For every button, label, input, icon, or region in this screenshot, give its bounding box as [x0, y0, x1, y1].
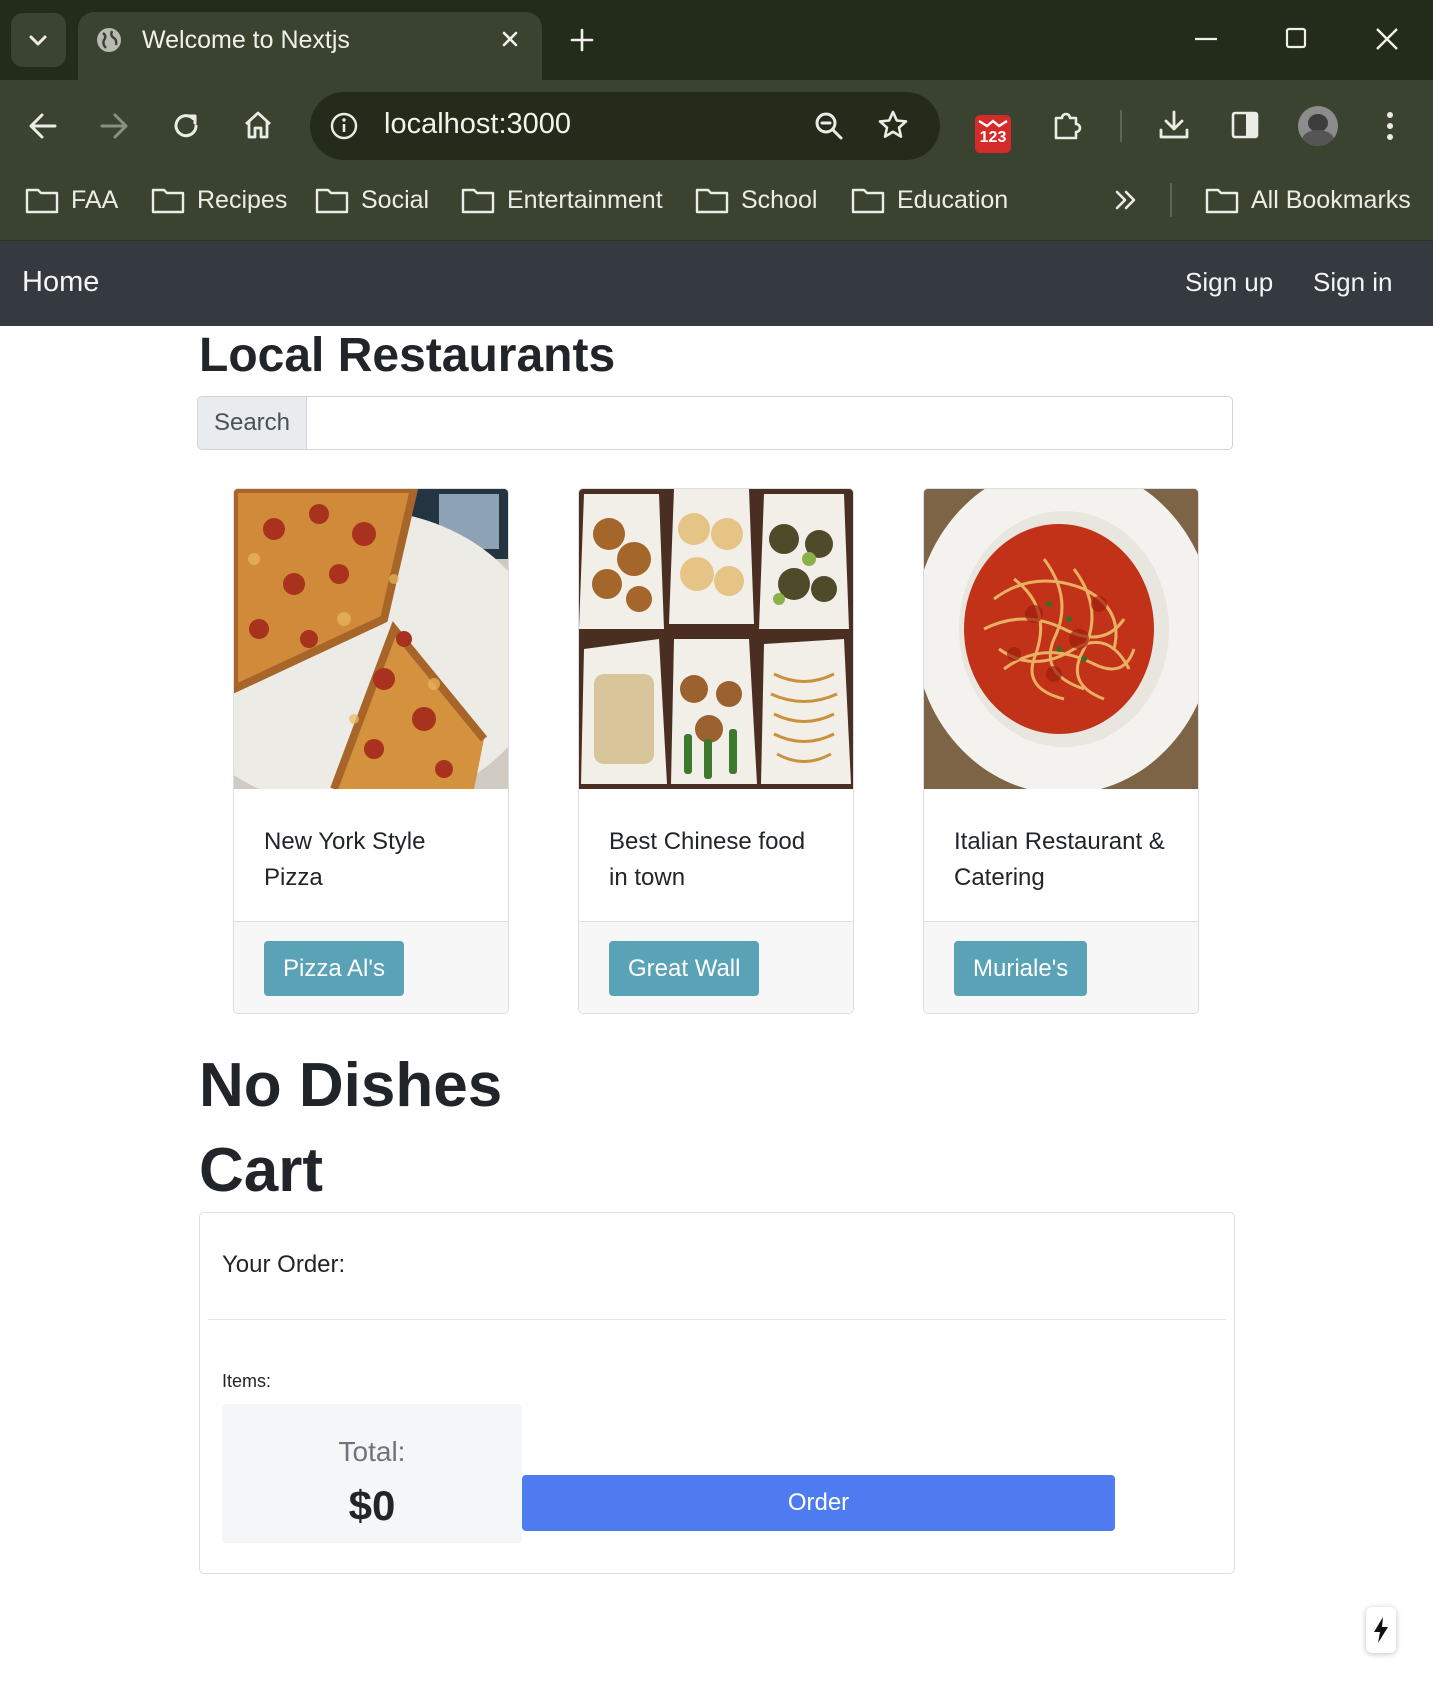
- folder-icon: [695, 188, 729, 214]
- more-menu-icon[interactable]: [1381, 110, 1399, 142]
- restaurant-button-pizza-als[interactable]: Pizza Al's: [264, 941, 404, 996]
- profile-avatar[interactable]: [1298, 106, 1338, 146]
- restaurant-card: Italian Restaurant & Catering Muriale's: [923, 488, 1199, 1014]
- bookmark-label: Social: [361, 185, 430, 214]
- extension-badge: 123: [979, 129, 1007, 146]
- nav-home-link[interactable]: Home: [22, 266, 99, 299]
- restaurant-description: Italian Restaurant & Catering: [954, 828, 1165, 891]
- search-label: Search: [198, 397, 307, 449]
- side-panel-icon[interactable]: [1230, 110, 1260, 140]
- folder-icon: [151, 188, 185, 214]
- restaurant-description: Best Chinese food in town: [609, 828, 806, 891]
- bookmark-label: Entertainment: [507, 185, 663, 214]
- lightning-icon: [1374, 1617, 1388, 1643]
- download-icon[interactable]: [1157, 108, 1191, 142]
- chinese-food-image: [579, 489, 853, 789]
- cart-divider: [208, 1319, 1226, 1320]
- cart-heading: Cart: [199, 1136, 324, 1205]
- bookmark-school[interactable]: School: [695, 182, 817, 218]
- card-body: New York Style Pizza: [234, 789, 508, 922]
- bookmark-star-icon[interactable]: [877, 109, 909, 141]
- card-footer: Pizza Al's: [234, 922, 508, 1013]
- maximize-icon[interactable]: [1284, 26, 1308, 50]
- nav-sign-up-link[interactable]: Sign up: [1185, 267, 1273, 298]
- folder-icon: [25, 188, 59, 214]
- home-icon[interactable]: [242, 109, 274, 141]
- bookmark-social[interactable]: Social: [315, 182, 429, 218]
- globe-icon: [97, 28, 121, 52]
- close-tab-icon[interactable]: [500, 29, 520, 49]
- close-window-icon[interactable]: [1374, 26, 1400, 52]
- zoom-icon[interactable]: [813, 110, 845, 142]
- order-button[interactable]: Order: [522, 1475, 1115, 1531]
- bookmarks-divider: [1170, 183, 1172, 217]
- page-title: Local Restaurants: [199, 329, 616, 382]
- site-navbar: Home Sign up Sign in: [0, 241, 1433, 326]
- bookmark-label: School: [741, 185, 818, 214]
- restaurant-description: New York Style Pizza: [264, 828, 426, 891]
- bookmark-education[interactable]: Education: [851, 182, 1008, 218]
- total-value: $0: [348, 1482, 396, 1529]
- calendar-extension-icon[interactable]: 123: [973, 113, 1013, 155]
- nav-sign-in-link[interactable]: Sign in: [1313, 267, 1393, 298]
- card-body: Best Chinese food in town: [579, 789, 853, 922]
- items-label: Items:: [222, 1371, 272, 1391]
- card-footer: Muriale's: [924, 922, 1198, 1013]
- restaurant-button-great-wall[interactable]: Great Wall: [609, 941, 760, 996]
- total-label: Total:: [338, 1436, 406, 1467]
- url-text: localhost:3000: [384, 108, 572, 140]
- pizza-image: [234, 489, 508, 789]
- bookmark-entertainment[interactable]: Entertainment: [461, 182, 663, 218]
- restaurant-button-muriales[interactable]: Muriale's: [954, 941, 1088, 996]
- dishes-heading: No Dishes: [199, 1051, 503, 1120]
- more-bookmarks-chevron-icon[interactable]: [1114, 188, 1138, 212]
- tab-search-button[interactable]: [11, 13, 66, 67]
- spaghetti-image: [924, 489, 1198, 789]
- folder-icon: [851, 188, 885, 214]
- bookmark-label: FAA: [71, 185, 119, 214]
- reload-icon[interactable]: [170, 110, 202, 142]
- all-bookmarks-label: All Bookmarks: [1251, 185, 1411, 214]
- cart-panel: Your Order: Items: Total: $0 Order: [199, 1212, 1235, 1574]
- all-bookmarks[interactable]: All Bookmarks: [1205, 182, 1411, 218]
- restaurant-card: Best Chinese food in town Great Wall: [578, 488, 854, 1014]
- minimize-icon[interactable]: [1193, 26, 1219, 52]
- bookmark-faa[interactable]: FAA: [25, 182, 118, 218]
- forward-icon[interactable]: [98, 111, 130, 141]
- site-info-icon[interactable]: [329, 111, 359, 141]
- search-input-group: Search: [197, 396, 1233, 450]
- card-body: Italian Restaurant & Catering: [924, 789, 1198, 922]
- nextjs-dev-indicator[interactable]: [1366, 1607, 1396, 1653]
- chevron-down-icon: [29, 35, 47, 46]
- tab-title: Welcome to Nextjs: [142, 26, 350, 54]
- card-footer: Great Wall: [579, 922, 853, 1013]
- folder-icon: [315, 188, 349, 214]
- toolbar-divider: [1120, 110, 1122, 142]
- new-tab-icon[interactable]: [569, 27, 595, 53]
- bookmark-label: Education: [897, 185, 1009, 214]
- folder-icon: [461, 188, 495, 214]
- search-input[interactable]: [306, 397, 1230, 449]
- bookmark-label: Recipes: [197, 185, 288, 214]
- total-box: Total: $0: [222, 1404, 522, 1543]
- folder-icon: [1205, 188, 1239, 214]
- extensions-puzzle-icon[interactable]: [1050, 108, 1084, 142]
- back-icon[interactable]: [27, 111, 59, 141]
- restaurant-card: New York Style Pizza Pizza Al's: [233, 488, 509, 1014]
- bookmark-recipes[interactable]: Recipes: [151, 182, 287, 218]
- your-order-label: Your Order:: [222, 1251, 346, 1278]
